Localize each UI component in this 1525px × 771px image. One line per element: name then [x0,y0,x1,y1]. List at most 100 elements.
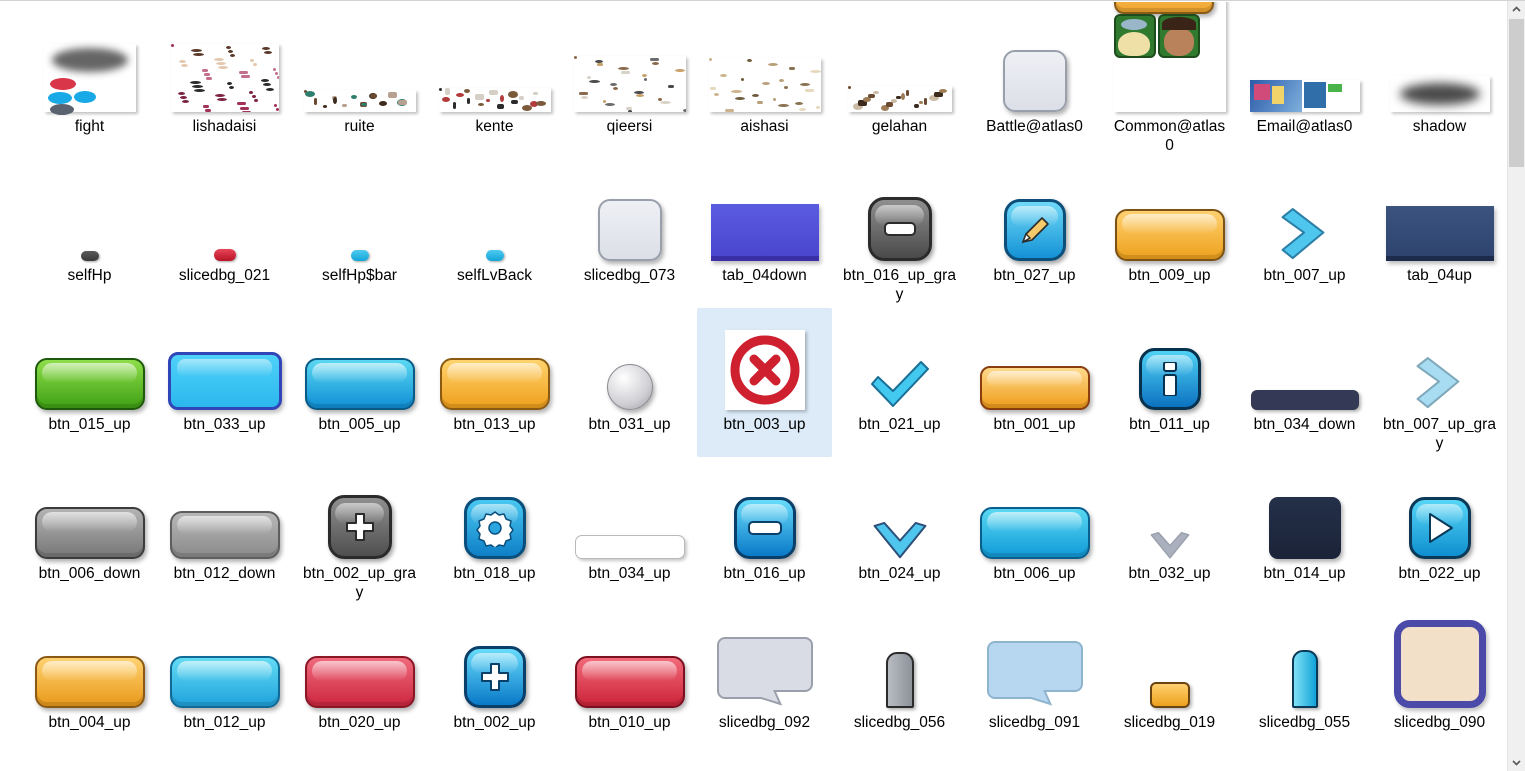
chevron-right-pale-icon [1379,312,1501,410]
file-item[interactable]: btn_016_up [697,457,832,606]
file-item[interactable] [157,736,292,770]
sprite-sheet-parts-icon [164,14,286,112]
file-item[interactable]: btn_009_up [1102,159,1237,308]
file-item[interactable]: btn_034_down [1237,308,1372,457]
file-item[interactable]: btn_006_up [967,457,1102,606]
atlas-orange-bar-and-avatars-icon [1109,2,1231,112]
scroll-up-button[interactable] [1508,1,1525,18]
file-item[interactable]: btn_001_up [967,308,1102,457]
file-name-label: btn_010_up [588,714,671,731]
file-name-label: btn_016_up_gray [843,267,956,303]
file-item[interactable]: btn_012_up [157,606,292,736]
file-item[interactable]: slicedbg_055 [1237,606,1372,736]
file-item[interactable]: fight [22,10,157,159]
file-item[interactable] [427,736,562,770]
file-item[interactable]: btn_002_up [427,606,562,736]
file-item[interactable]: btn_006_down [22,457,157,606]
file-item[interactable]: lishadaisi [157,10,292,159]
file-name-label: selfLvBack [457,267,532,284]
file-name-label: slicedbg_021 [178,267,271,284]
file-item[interactable]: Common@atlas0 [1102,2,1237,159]
wide-orange-button4-icon [29,610,151,708]
file-item[interactable]: slicedbg_019 [1102,606,1237,736]
file-item[interactable] [292,736,427,770]
file-name-label: fight [74,118,105,135]
file-item[interactable]: btn_020_up [292,606,427,736]
file-item[interactable]: btn_012_down [157,457,292,606]
file-item[interactable]: btn_005_up [292,308,427,457]
file-item[interactable]: btn_022_up [1372,457,1507,606]
file-item[interactable]: selfHp$bar [292,159,427,308]
file-name-label: btn_012_down [173,565,276,582]
file-item[interactable]: selfLvBack [427,159,562,308]
wide-red-button-icon [299,610,421,708]
file-list-pane[interactable]: fight lishadaisi ruite kente qieersi aishas… [0,2,1508,770]
scrollbar-thumb[interactable] [1509,19,1524,167]
file-item[interactable]: kente [427,10,562,159]
file-item[interactable]: shadow [1372,10,1507,159]
explorer-window: fight lishadaisi ruite kente qieersi aishas… [0,0,1525,771]
file-item[interactable]: btn_021_up [832,308,967,457]
file-item[interactable] [832,736,967,770]
file-item[interactable]: btn_002_up_gray [292,457,427,606]
file-item[interactable]: btn_011_up [1102,308,1237,457]
file-name-label: tab_04down [722,267,807,284]
file-item[interactable]: slicedbg_056 [832,606,967,736]
file-item[interactable]: Email@atlas0 [1237,10,1372,159]
file-item[interactable]: slicedbg_091 [967,606,1102,736]
file-item[interactable] [1372,736,1507,770]
wide-cyan-button2-icon [164,610,286,708]
file-item[interactable]: Battle@atlas0 [967,10,1102,159]
small-green-pill-icon [569,740,691,770]
file-item[interactable] [562,736,697,770]
file-name-label: shadow [1412,118,1467,135]
file-item[interactable]: aishasi [697,10,832,159]
file-item[interactable]: tab_04down [697,159,832,308]
file-name-label: slicedbg_019 [1123,714,1216,731]
file-item[interactable]: btn_024_up [832,457,967,606]
file-item[interactable]: btn_007_up [1237,159,1372,308]
file-item[interactable]: btn_013_up [427,308,562,457]
file-item[interactable]: btn_033_up [157,308,292,457]
small-red-pill-icon [299,740,421,770]
file-item[interactable]: btn_003_up [697,308,832,457]
file-name-label: btn_011_up [1129,416,1210,433]
vertical-scrollbar[interactable] [1507,1,1525,771]
file-name-label: btn_034_down [1253,416,1356,433]
file-item[interactable] [22,736,157,770]
file-item[interactable]: btn_014_up [1237,457,1372,606]
file-item[interactable]: selfHp [22,159,157,308]
file-item[interactable] [697,736,832,770]
file-item[interactable]: btn_004_up [22,606,157,736]
file-item[interactable] [1102,736,1237,770]
file-item[interactable]: btn_034_up [562,457,697,606]
file-item[interactable]: btn_016_up_gray [832,159,967,308]
file-item[interactable]: qieersi [562,10,697,159]
wide-gray-button2-icon [164,461,286,559]
file-name-label: Email@atlas0 [1256,118,1353,135]
file-item[interactable]: gelahan [832,10,967,159]
chevron-right-blue-icon [1244,163,1366,261]
file-item[interactable]: slicedbg_073 [562,159,697,308]
file-name-label: btn_031_up [588,416,671,433]
file-item[interactable]: btn_027_up [967,159,1102,308]
file-item[interactable]: btn_015_up [22,308,157,457]
scroll-down-button[interactable] [1508,754,1525,771]
file-item[interactable]: tab_04up [1372,159,1507,308]
tab-navy-up-icon [1379,163,1501,261]
file-item[interactable]: slicedbg_092 [697,606,832,736]
file-name-label: slicedbg_092 [718,714,811,731]
file-item[interactable]: btn_031_up [562,308,697,457]
file-name-label: selfHp [67,267,112,284]
file-item[interactable]: slicedbg_021 [157,159,292,308]
file-item[interactable]: btn_007_up_gray [1372,308,1507,457]
file-item[interactable]: btn_010_up [562,606,697,736]
file-item[interactable]: ruite [292,10,427,159]
file-item[interactable]: btn_018_up [427,457,562,606]
file-item[interactable] [1237,736,1372,770]
file-item[interactable]: slicedbg_090 [1372,606,1507,736]
file-name-label: btn_020_up [318,714,401,731]
file-item[interactable] [967,736,1102,770]
file-item[interactable]: btn_032_up [1102,457,1237,606]
file-name-label: btn_012_up [183,714,266,731]
